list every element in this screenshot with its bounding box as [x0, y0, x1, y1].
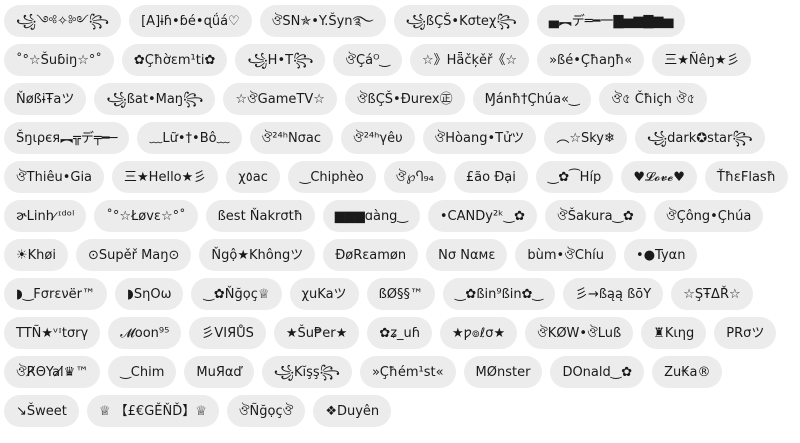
nickname-chip[interactable]: ŤħεFlasħ [704, 161, 788, 193]
nickname-chip[interactable]: ♜Kιηg [641, 317, 707, 349]
nickname-chip[interactable]: ☀Khøi [4, 239, 68, 271]
nickname-chip[interactable]: Ɱánħ†Çhúa«‿ [472, 83, 592, 115]
nickname-chip[interactable]: ꧁H•T꧂ [235, 44, 326, 76]
nickname-chip[interactable]: »Çħém¹st« [359, 356, 456, 388]
nickname-chip[interactable]: 彡→ßąą ßōΥ [562, 278, 664, 310]
nickname-chip[interactable]: ঔKØW•ঔLuß [525, 317, 634, 349]
nickname-chip[interactable]: ‿✿Ňğọç♕ [191, 278, 282, 310]
nickname-chip[interactable]: £ão Đại [453, 161, 528, 193]
nickname-chip[interactable]: 三★Ñêŋ★彡 [652, 44, 752, 76]
nickname-chip[interactable]: PRσツ [714, 317, 777, 349]
nickname-chip[interactable]: ꧁Kĭşş꧂ [261, 356, 352, 388]
nickname-chip[interactable]: ঔ℘Ⴄ₉₄ [383, 161, 446, 193]
nickname-chip[interactable]: ঔ²⁴ʰγêυ [341, 122, 415, 154]
nickname-chip[interactable]: Šŋιρєя︻╦デ╤━─ [4, 122, 130, 154]
nickname-chip[interactable]: ▆▆▆ɑàng‿ [322, 200, 420, 232]
nickname-chip[interactable]: ❖Duyên [313, 395, 392, 427]
nickname-chip[interactable]: [A]ɨɦ•ɓé•ɋǘá♡ [129, 5, 252, 37]
nickname-chip[interactable]: ☆ŞŦΔŘ☆ [671, 278, 753, 310]
nickname-chip[interactable]: MØnster [463, 356, 543, 388]
nickname-chip[interactable]: ঔÇông•Çhúa [653, 200, 764, 232]
nickname-chip[interactable]: ɚLinh ̷ᶦᵈᵒˡ [4, 200, 87, 232]
nickname-chip[interactable]: •CANDy²ᵏ‿✿ [427, 200, 538, 232]
nickname-chip[interactable]: ☆ঔGameTV☆ [223, 83, 337, 115]
nickname-chip[interactable]: ßest Ňakrσtħ [205, 200, 315, 232]
nickname-chip-list: ꧁༺✧༻꧂ [A]ɨɦ•ɓé•ɋǘá♡ ঔSN✯•Y.Šyn࿐ ꧁ßÇŠ•Kσt… [0, 0, 800, 443]
nickname-chip[interactable]: ‿✿ßin⁹ßin✿‿ [442, 278, 555, 310]
nickname-chip[interactable]: ♕ 【£€GĚŇĎ】♕ [86, 395, 219, 427]
nickname-chip[interactable]: ﹏Lữ•†•Bô﹏ [137, 122, 242, 154]
nickname-chip[interactable]: ঔÑğọçঔ [226, 395, 306, 427]
nickname-chip[interactable]: χ٥ac [226, 161, 280, 193]
nickname-chip[interactable]: ĐøRεamøn [323, 239, 419, 271]
nickname-chip[interactable]: ◗‿Fσrενër™ [4, 278, 107, 310]
nickname-chip[interactable]: ꧁dark✪star꧂ [634, 122, 765, 154]
nickname-chip[interactable]: DOnald‿✿ [550, 356, 645, 388]
nickname-chip[interactable]: ßØ§§™ [366, 278, 435, 310]
nickname-chip[interactable]: ঔßÇŠ•Ðurex㊣ [344, 83, 465, 115]
nickname-chip[interactable]: ŇøßɨŦaツ [4, 83, 87, 115]
nickname-chip[interactable]: ⊙Supěř Maŋ⊙ [75, 239, 192, 271]
nickname-chip[interactable]: χuKaツ [289, 278, 359, 310]
nickname-chip[interactable]: 𝓜oon⁹⁵ [108, 317, 182, 349]
nickname-chip[interactable]: ঔŠakura‿✿ [545, 200, 646, 232]
nickname-chip[interactable]: 彡VIЯŮS [189, 317, 266, 349]
nickname-chip[interactable]: ঔThiêu•Gia [4, 161, 105, 193]
nickname-chip[interactable]: ‿✿⁀Híp [535, 161, 614, 193]
nickname-chip[interactable]: ✿ʑ_uɦ [367, 317, 433, 349]
nickname-chip[interactable]: »ßé•Çħaŋħ« [537, 44, 645, 76]
nickname-chip[interactable]: ◗SηOω [115, 278, 184, 310]
nickname-chip[interactable]: ঔR̸ΘYal̸♛™ [4, 356, 101, 388]
nickname-chip[interactable]: Nσ Nαмε [426, 239, 508, 271]
nickname-chip[interactable]: ঔHòang•Tửツ [422, 122, 537, 154]
nickname-chip[interactable]: 三★Hello★彡 [112, 161, 219, 193]
nickname-chip[interactable]: ★Šu₱er★ [273, 317, 360, 349]
nickname-chip[interactable]: ☆》Hǟčķěř《☆ [409, 44, 530, 76]
nickname-chip[interactable]: ‿Chim [108, 356, 177, 388]
nickname-chip[interactable]: MuЯαď [184, 356, 254, 388]
nickname-chip[interactable]: ▄︻デ═━一▇▅▆▇▆▅ [536, 5, 686, 37]
nickname-chip[interactable]: ↘Šweet [4, 395, 79, 427]
nickname-chip[interactable]: ঔÇáᴼ‿ [333, 44, 402, 76]
nickname-chip[interactable]: Zu₭a® [652, 356, 723, 388]
nickname-chip[interactable]: TTÑ★ᵛᶦtσrγ [4, 317, 101, 349]
nickname-chip[interactable]: ˚°☆Šuɓiŋ☆°˚ [4, 44, 114, 76]
nickname-chip[interactable]: ♥𝓛𝓸𝓿𝓮♥ [621, 161, 697, 193]
nickname-chip[interactable]: ˚°☆Łøvε☆°˚ [94, 200, 198, 232]
nickname-chip[interactable]: ꧁ßat•Maŋ꧂ [94, 83, 216, 115]
nickname-chip[interactable]: ঔSN✯•Y.Šyn࿐ [259, 5, 386, 37]
nickname-chip[interactable]: ‿Chiphèo [287, 161, 376, 193]
nickname-chip[interactable]: ꧁༺✧༻꧂ [4, 5, 122, 37]
nickname-chip[interactable]: •●Tyαn [624, 239, 698, 271]
nickname-chip[interactable]: ︵☆Sky❄ [544, 122, 627, 154]
nickname-chip[interactable]: Ňgộ★Khôngツ [199, 239, 316, 271]
nickname-chip[interactable]: ঔ৫ Čħiçh ঔ৫ [599, 83, 708, 115]
nickname-chip[interactable]: bùm•ঔChíu [515, 239, 617, 271]
nickname-chip[interactable]: ঔ²⁴ʰΝσac [249, 122, 334, 154]
nickname-chip[interactable]: ꧁ßÇŠ•Kσteχ꧂ [393, 5, 529, 37]
nickname-chip[interactable]: ✿Çħờεm¹ti✿ [121, 44, 228, 76]
nickname-chip[interactable]: ★ƿ๏ℓσ★ [440, 317, 518, 349]
